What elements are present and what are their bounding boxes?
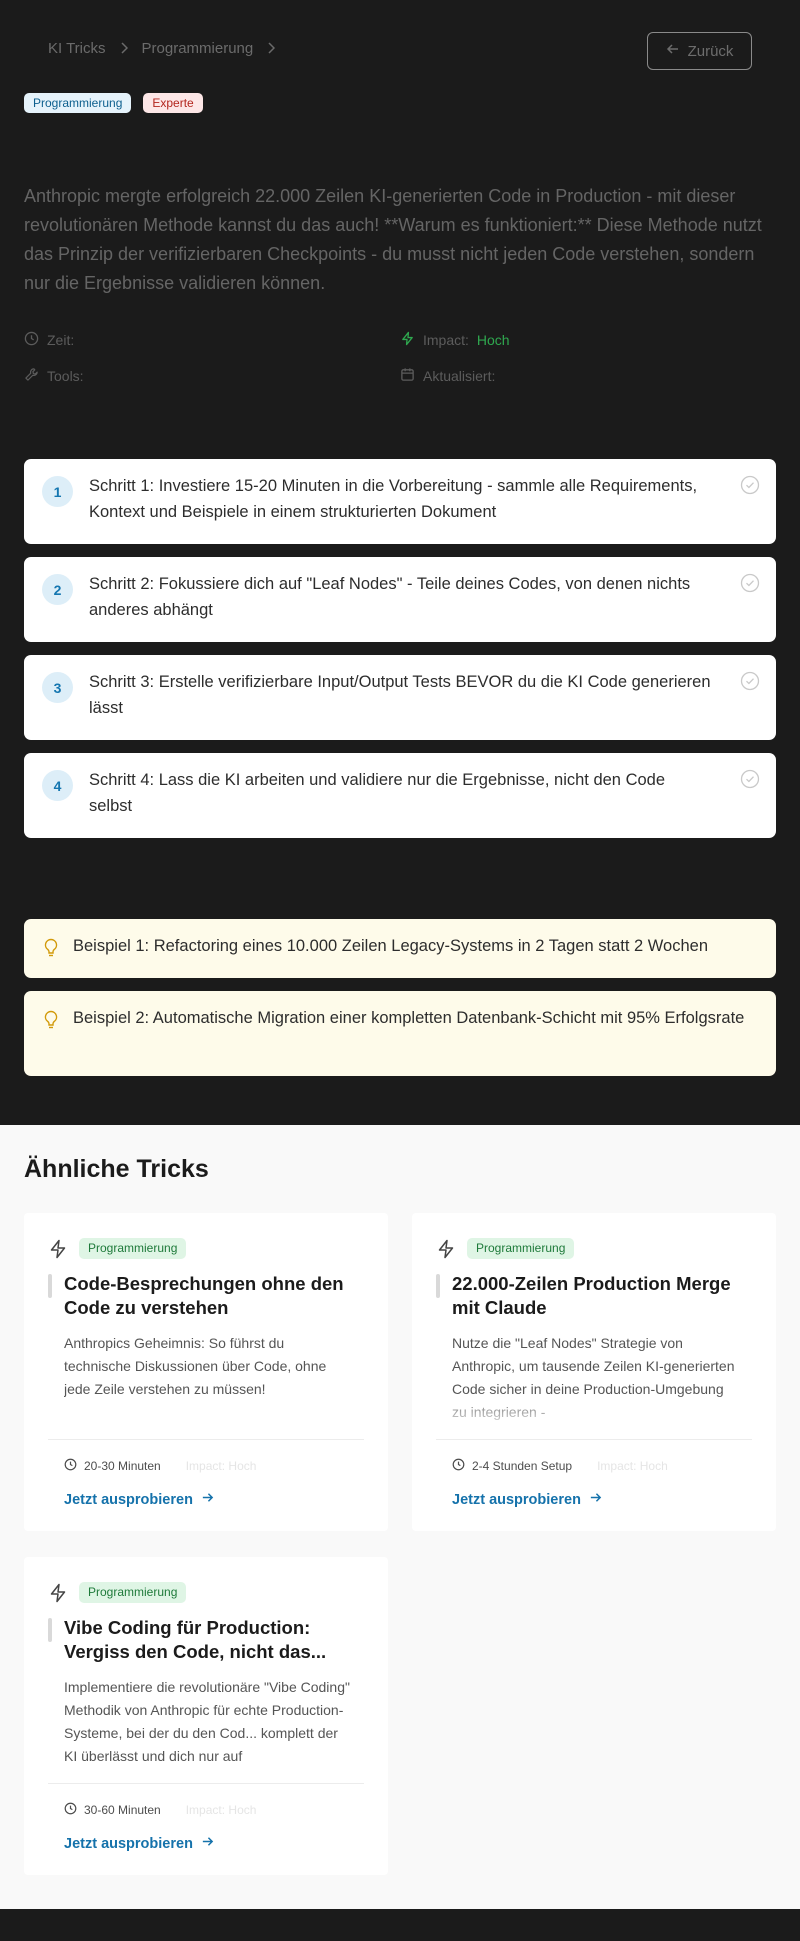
arrow-left-icon [666, 42, 680, 60]
category-badge: Programmierung [24, 93, 132, 113]
meta-info: Zeit: Impact: Hoch Tools: Aktualisiert: [24, 322, 776, 394]
clock-icon [64, 1458, 77, 1474]
lightbulb-icon [43, 1010, 59, 1035]
step-text: Schritt 4: Lass die KI arbeiten und vali… [89, 771, 666, 815]
breadcrumb-item-programmierung[interactable]: Programmierung [142, 40, 254, 57]
step-text: Schritt 1: Investiere 15-20 Minuten in d… [89, 477, 698, 521]
lightning-icon [436, 1239, 456, 1264]
card-footer: 20-30 Minuten Impact: Hoch [64, 1458, 256, 1474]
title-accent-bar [48, 1618, 52, 1642]
breadcrumb-item-ki-tricks[interactable]: KI Tricks [48, 40, 106, 57]
card-description: Implementiere die revolutionäre "Vibe Co… [64, 1679, 350, 1764]
step-number: 2 [42, 574, 73, 605]
arrow-right-icon [201, 1835, 214, 1852]
card-divider [436, 1439, 752, 1440]
meta-time-label: Zeit: [47, 332, 75, 348]
meta-updated-label: Aktualisiert: [423, 368, 496, 384]
card-impact: Impact: Hoch [185, 1459, 257, 1473]
steps-list: 1 Schritt 1: Investiere 15-20 Minuten in… [24, 459, 776, 851]
meta-updated: Aktualisiert: [400, 367, 776, 385]
card-title[interactable]: Vibe Coding für Production: Vergiss den … [64, 1616, 364, 1664]
step-number: 4 [42, 770, 73, 801]
back-button[interactable]: Zurück [647, 32, 752, 70]
card-impact: Impact: Hoch [597, 1459, 668, 1473]
card-time: 20-30 Minuten [84, 1459, 161, 1473]
lightning-icon [48, 1239, 68, 1264]
trick-detail-section: KI Tricks Programmierung Zurück Programm… [0, 0, 800, 1125]
step-number: 1 [42, 476, 73, 507]
try-now-label: Jetzt ausprobieren [64, 1835, 193, 1852]
example-text: Beispiel 1: Refactoring eines 10.000 Zei… [73, 937, 709, 955]
card-title[interactable]: 22.000-Zeilen Production Merge mit Claud… [452, 1272, 752, 1320]
chevron-right-icon [267, 41, 276, 57]
similar-tricks-heading: Ähnliche Tricks [24, 1155, 209, 1183]
wrench-icon [24, 367, 39, 385]
card-divider [48, 1439, 364, 1440]
card-footer: 2-4 Stunden Setup Impact: Hoch [452, 1458, 668, 1474]
check-circle-icon[interactable] [740, 671, 760, 696]
arrow-right-icon [201, 1491, 214, 1508]
meta-tools-label: Tools: [47, 368, 84, 384]
trick-card[interactable]: Programmierung 22.000-Zeilen Production … [412, 1213, 776, 1531]
check-circle-icon[interactable] [740, 769, 760, 794]
trick-card[interactable]: Programmierung Vibe Coding für Productio… [24, 1557, 388, 1875]
example-item: Beispiel 1: Refactoring eines 10.000 Zei… [24, 919, 776, 978]
try-now-link[interactable]: Jetzt ausprobieren [64, 1835, 214, 1852]
card-footer: 30-60 Minuten Impact: Hoch [64, 1802, 256, 1818]
try-now-label: Jetzt ausprobieren [64, 1491, 193, 1508]
breadcrumb: KI Tricks Programmierung [48, 40, 276, 57]
try-now-link[interactable]: Jetzt ausprobieren [64, 1491, 214, 1508]
step-text: Schritt 3: Erstelle verifizierbare Input… [89, 673, 711, 717]
back-button-label: Zurück [687, 42, 734, 60]
step-item[interactable]: 4 Schritt 4: Lass die KI arbeiten und va… [24, 753, 776, 838]
step-item[interactable]: 2 Schritt 2: Fokussiere dich auf "Leaf N… [24, 557, 776, 642]
card-impact: Impact: Hoch [185, 1803, 257, 1817]
card-description: Anthropics Geheimnis: So führst du techn… [64, 1335, 327, 1397]
calendar-icon [400, 367, 415, 385]
card-category-badge: Programmierung [79, 1238, 187, 1259]
card-description: Nutze die "Leaf Nodes" Strategie von Ant… [452, 1332, 742, 1424]
step-number: 3 [42, 672, 73, 703]
step-item[interactable]: 3 Schritt 3: Erstelle verifizierbare Inp… [24, 655, 776, 740]
lightning-icon [48, 1583, 68, 1608]
trick-description: Anthropic mergte erfolgreich 22.000 Zeil… [24, 186, 762, 293]
meta-time: Zeit: [24, 331, 400, 349]
try-now-label: Jetzt ausprobieren [452, 1491, 581, 1508]
check-circle-icon[interactable] [740, 475, 760, 500]
clock-icon [24, 331, 39, 349]
card-category-badge: Programmierung [467, 1238, 575, 1259]
lightning-icon [400, 331, 415, 349]
meta-impact-label: Impact: [423, 332, 469, 348]
meta-tools: Tools: [24, 367, 400, 385]
title-accent-bar [48, 1274, 52, 1298]
lightbulb-icon [43, 938, 59, 963]
example-text: Beispiel 2: Automatische Migration einer… [73, 1009, 745, 1027]
similar-tricks-section: Ähnliche Tricks Programmierung Code-Besp… [0, 1125, 800, 1909]
meta-impact-value: Hoch [476, 332, 510, 348]
check-circle-icon[interactable] [740, 573, 760, 598]
clock-icon [64, 1802, 77, 1818]
footer-strip [0, 1909, 800, 1941]
level-badge: Experte [143, 93, 203, 113]
step-text: Schritt 2: Fokussiere dich auf "Leaf Nod… [89, 575, 691, 619]
arrow-right-icon [589, 1491, 602, 1508]
clock-icon [452, 1458, 465, 1474]
card-category-badge: Programmierung [79, 1582, 187, 1603]
title-accent-bar [436, 1274, 440, 1298]
chevron-right-icon [120, 41, 128, 57]
trick-card[interactable]: Programmierung Code-Besprechungen ohne d… [24, 1213, 388, 1531]
badge-row: Programmierung Experte [24, 93, 203, 113]
top-bar: KI Tricks Programmierung Zurück [24, 0, 776, 100]
meta-impact: Impact: Hoch [400, 331, 776, 349]
card-time: 30-60 Minuten [84, 1803, 161, 1817]
card-time: 2-4 Stunden Setup [472, 1459, 573, 1473]
card-divider [48, 1783, 364, 1784]
card-title[interactable]: Code-Besprechungen ohne den Code zu vers… [64, 1272, 364, 1320]
example-item: Beispiel 2: Automatische Migration einer… [24, 991, 776, 1076]
step-item[interactable]: 1 Schritt 1: Investiere 15-20 Minuten in… [24, 459, 776, 544]
examples-list: Beispiel 1: Refactoring eines 10.000 Zei… [24, 919, 776, 1089]
try-now-link[interactable]: Jetzt ausprobieren [452, 1491, 602, 1508]
